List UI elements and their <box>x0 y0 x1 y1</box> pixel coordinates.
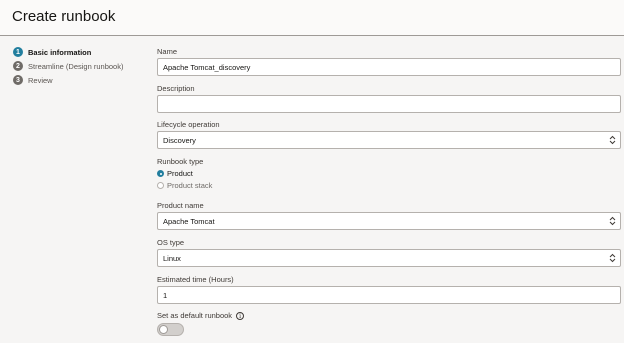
radio-product-stack[interactable]: Product stack <box>157 181 212 190</box>
name-field[interactable]: Apache Tomcat_discovery <box>157 58 621 76</box>
default-runbook-toggle[interactable] <box>157 323 184 336</box>
product-name-label: Product name <box>157 201 204 210</box>
product-name-value: Apache Tomcat <box>163 216 215 226</box>
step-label: Basic information <box>28 47 92 57</box>
toggle-knob <box>159 325 168 334</box>
default-runbook-text: Set as default runbook <box>157 311 233 320</box>
chevron-up-down-icon <box>609 216 616 226</box>
step-basic-information[interactable]: 1 Basic information <box>13 45 123 59</box>
default-runbook-label: Set as default runbook i <box>157 311 245 321</box>
step-label: Streamline (Design runbook) <box>28 61 124 71</box>
radio-label: Product <box>167 169 193 178</box>
step-review[interactable]: 3 Review <box>13 73 123 87</box>
step-streamline[interactable]: 2 Streamline (Design runbook) <box>13 59 123 73</box>
os-type-label: OS type <box>157 238 185 247</box>
step-number: 3 <box>13 75 23 85</box>
lifecycle-select[interactable]: Discovery <box>157 131 621 149</box>
wizard-steps: 1 Basic information 2 Streamline (Design… <box>13 45 123 87</box>
radio-product[interactable]: Product <box>157 169 193 178</box>
name-label: Name <box>157 47 178 56</box>
os-type-value: Linux <box>163 253 181 263</box>
step-label: Review <box>28 75 53 85</box>
page-title: Create runbook <box>12 8 116 25</box>
description-field[interactable] <box>157 95 621 113</box>
radio-button[interactable] <box>157 182 164 189</box>
radio-label: Product stack <box>167 181 213 190</box>
chevron-up-down-icon <box>609 135 616 145</box>
info-icon[interactable]: i <box>236 312 245 321</box>
estimated-time-label: Estimated time (Hours) <box>157 275 234 284</box>
product-name-select[interactable]: Apache Tomcat <box>157 212 621 230</box>
estimated-time-field[interactable]: 1 <box>157 286 621 304</box>
chevron-up-down-icon <box>609 253 616 263</box>
estimated-time-value: 1 <box>163 290 168 300</box>
step-number: 1 <box>13 47 23 57</box>
page-header: Create runbook <box>0 0 624 36</box>
name-value: Apache Tomcat_discovery <box>163 62 251 72</box>
description-label: Description <box>157 84 195 93</box>
radio-button[interactable] <box>157 170 164 177</box>
step-number: 2 <box>13 61 23 71</box>
lifecycle-value: Discovery <box>163 135 196 145</box>
runbook-type-label: Runbook type <box>157 157 204 166</box>
lifecycle-label: Lifecycle operation <box>157 120 220 129</box>
os-type-select[interactable]: Linux <box>157 249 621 267</box>
